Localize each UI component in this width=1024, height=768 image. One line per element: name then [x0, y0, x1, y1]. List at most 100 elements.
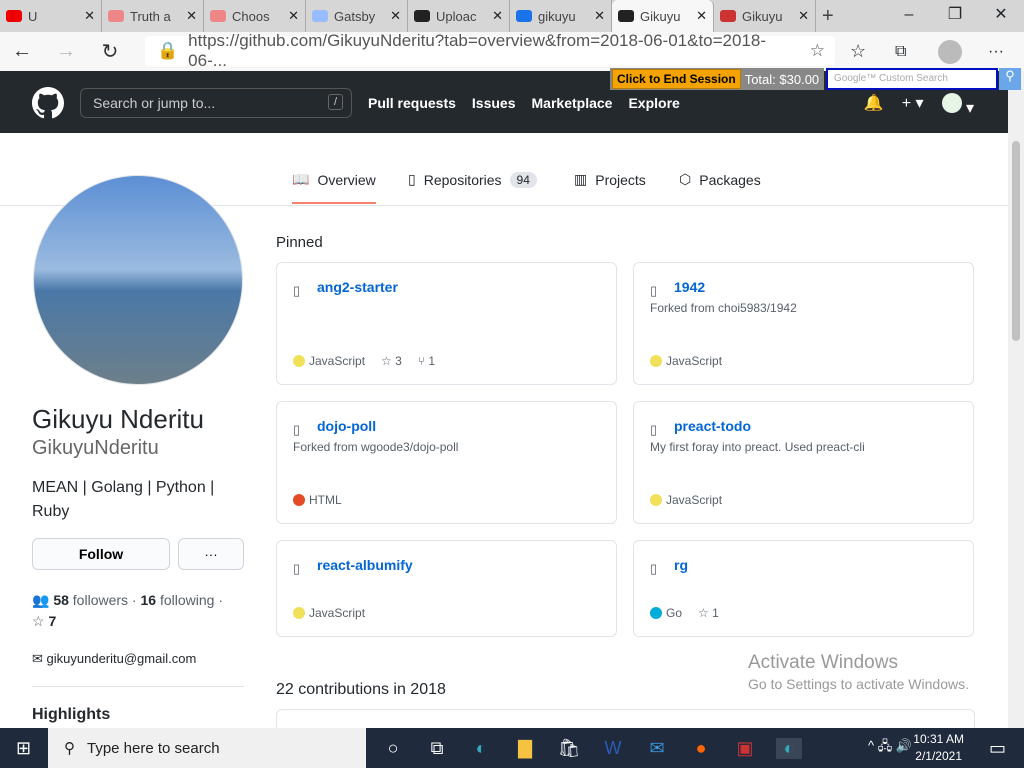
- browser-tab[interactable]: Gikuyu ✕: [612, 0, 714, 32]
- collections-icon[interactable]: ⧉: [895, 43, 906, 61]
- nav-issues[interactable]: Issues: [472, 95, 516, 111]
- add-favorite-icon[interactable]: ☆: [810, 41, 825, 61]
- browser-tab[interactable]: Gatsby ✕: [306, 0, 408, 32]
- tab-repositories[interactable]: ▯ Repositories 94: [408, 171, 537, 188]
- close-tab-icon[interactable]: ✕: [288, 8, 299, 24]
- create-new-dropdown[interactable]: + ▾: [902, 93, 924, 118]
- close-tab-icon[interactable]: ✕: [798, 8, 809, 24]
- scrollbar-thumb[interactable]: [1012, 141, 1020, 341]
- back-button[interactable]: ←: [0, 40, 44, 63]
- mail-app-icon[interactable]: ✉: [644, 738, 670, 759]
- profile-email[interactable]: ✉ gikuyunderitu@gmail.com: [32, 651, 196, 667]
- stars-link[interactable]: ☆ 7: [32, 613, 56, 629]
- browser-tab[interactable]: Gikuyu ✕: [714, 0, 816, 32]
- stars-link[interactable]: ☆ 1: [698, 606, 719, 620]
- github-logo-icon[interactable]: [32, 87, 64, 119]
- page-scrollbar[interactable]: [1008, 71, 1024, 728]
- close-tab-icon[interactable]: ✕: [186, 8, 197, 24]
- tab-overview[interactable]: 📖 Overview: [292, 171, 376, 204]
- close-tab-icon[interactable]: ✕: [84, 8, 95, 24]
- language: JavaScript: [650, 354, 722, 368]
- followers-link[interactable]: 58 followers ·: [53, 592, 136, 608]
- nav-pull-requests[interactable]: Pull requests: [368, 95, 456, 111]
- close-tab-icon[interactable]: ✕: [594, 8, 605, 24]
- close-window-button[interactable]: ✕: [978, 0, 1024, 30]
- system-tray-icons[interactable]: ^ 🖧 🔊: [868, 737, 912, 759]
- taskbar-search[interactable]: ⚲ Type here to search: [48, 728, 366, 768]
- follow-button[interactable]: Follow: [32, 538, 170, 570]
- favorites-icon[interactable]: ☆: [850, 41, 866, 62]
- tab-title: gikuyu: [538, 8, 576, 24]
- browser-tab[interactable]: Choos ✕: [204, 0, 306, 32]
- session-total: Total: $30.00: [744, 71, 820, 87]
- windows-start-icon[interactable]: ⊞: [16, 738, 31, 759]
- repo-icon: ▯: [650, 561, 658, 576]
- profile-avatar[interactable]: [938, 39, 962, 64]
- nav-explore[interactable]: Explore: [628, 95, 679, 111]
- repo-name-link[interactable]: rg: [674, 557, 957, 573]
- notifications-bell-icon[interactable]: 🔔: [864, 93, 884, 118]
- tab-packages[interactable]: ⬡ Packages: [679, 171, 761, 188]
- close-tab-icon[interactable]: ✕: [390, 8, 401, 24]
- more-menu-icon[interactable]: ···: [988, 43, 1004, 61]
- language-color-dot: [650, 355, 662, 367]
- following-link[interactable]: 16 following ·: [140, 592, 223, 608]
- language-color-dot: [650, 607, 662, 619]
- clock[interactable]: 10:31 AM 2/1/2021: [913, 731, 964, 765]
- forks-link[interactable]: ⑂ 1: [418, 354, 435, 368]
- stars-link[interactable]: ☆ 3: [381, 354, 402, 368]
- repo-name-link[interactable]: ang2-starter: [317, 279, 600, 295]
- refresh-button[interactable]: ↻: [88, 39, 132, 64]
- github-search-input[interactable]: Search or jump to... /: [80, 88, 352, 118]
- github-nav: Pull requests Issues Marketplace Explore: [368, 95, 680, 111]
- repo-meta: JavaScript: [650, 354, 722, 368]
- browser-tab[interactable]: Truth a ✕: [102, 0, 204, 32]
- pinned-repo-card: ▯ 1942 Forked from choi5983/1942 JavaScript: [633, 262, 974, 385]
- repo-name-link[interactable]: 1942: [674, 279, 957, 295]
- star-icon: ☆: [698, 606, 709, 620]
- firefox-icon[interactable]: ●: [688, 738, 714, 759]
- repo-meta: Go ☆ 1: [650, 606, 719, 620]
- close-tab-icon[interactable]: ✕: [696, 8, 707, 24]
- google-search-input[interactable]: Google™ Custom Search: [826, 68, 998, 90]
- google-search-button[interactable]: ⚲: [999, 68, 1021, 90]
- url-field[interactable]: 🔒 https://github.com/GikuyuNderitu?tab=ov…: [145, 31, 835, 70]
- cortana-icon[interactable]: ○: [380, 738, 406, 759]
- repo-icon: ▯: [650, 422, 658, 437]
- tab-favicon-icon: [312, 10, 328, 22]
- repo-icon: ▯: [293, 283, 301, 298]
- repo-name-link[interactable]: dojo-poll: [317, 418, 600, 434]
- divider: [32, 686, 244, 687]
- forward-button[interactable]: →: [44, 40, 88, 63]
- browser-tab[interactable]: gikuyu ✕: [510, 0, 612, 32]
- notifications-icon[interactable]: ▭: [989, 738, 1006, 759]
- browser-tab[interactable]: U ✕: [0, 0, 102, 32]
- nav-marketplace[interactable]: Marketplace: [532, 95, 613, 111]
- restore-button[interactable]: ❐: [932, 0, 978, 30]
- edge-active-icon[interactable]: ◐: [776, 737, 802, 759]
- store-icon[interactable]: 🛍: [556, 738, 582, 759]
- pinned-repo-card: ▯ rg Go ☆ 1: [633, 540, 974, 637]
- minimize-button[interactable]: –: [886, 0, 932, 30]
- tab-projects[interactable]: ▥ Projects: [574, 171, 646, 188]
- word-icon[interactable]: W: [600, 738, 626, 759]
- task-view-icon[interactable]: ⧉: [424, 738, 450, 759]
- search-icon: ⚲: [64, 740, 75, 757]
- profile-avatar-large[interactable]: [33, 175, 243, 385]
- address-bar-row: ← → ↻ 🔒 https://github.com/GikuyuNderitu?…: [0, 31, 1024, 71]
- edge-icon[interactable]: ◐: [468, 738, 494, 759]
- repo-name-link[interactable]: react-albumify: [317, 557, 600, 573]
- browser-tab[interactable]: Uploac ✕: [408, 0, 510, 32]
- repo-name-link[interactable]: preact-todo: [674, 418, 957, 434]
- more-options-button[interactable]: ···: [178, 538, 244, 570]
- search-placeholder: Search or jump to...: [93, 95, 216, 111]
- people-icon: 👥: [32, 592, 50, 608]
- file-explorer-icon[interactable]: ▇: [512, 738, 538, 759]
- end-session-button[interactable]: Click to End Session: [612, 69, 741, 89]
- tab-title: Gikuyu: [742, 8, 783, 24]
- pdf-app-icon[interactable]: ▣: [732, 738, 758, 759]
- language: JavaScript: [293, 606, 365, 620]
- user-menu-dropdown[interactable]: ▾: [941, 93, 974, 118]
- tab-favicon-icon: [108, 10, 124, 22]
- close-tab-icon[interactable]: ✕: [492, 8, 503, 24]
